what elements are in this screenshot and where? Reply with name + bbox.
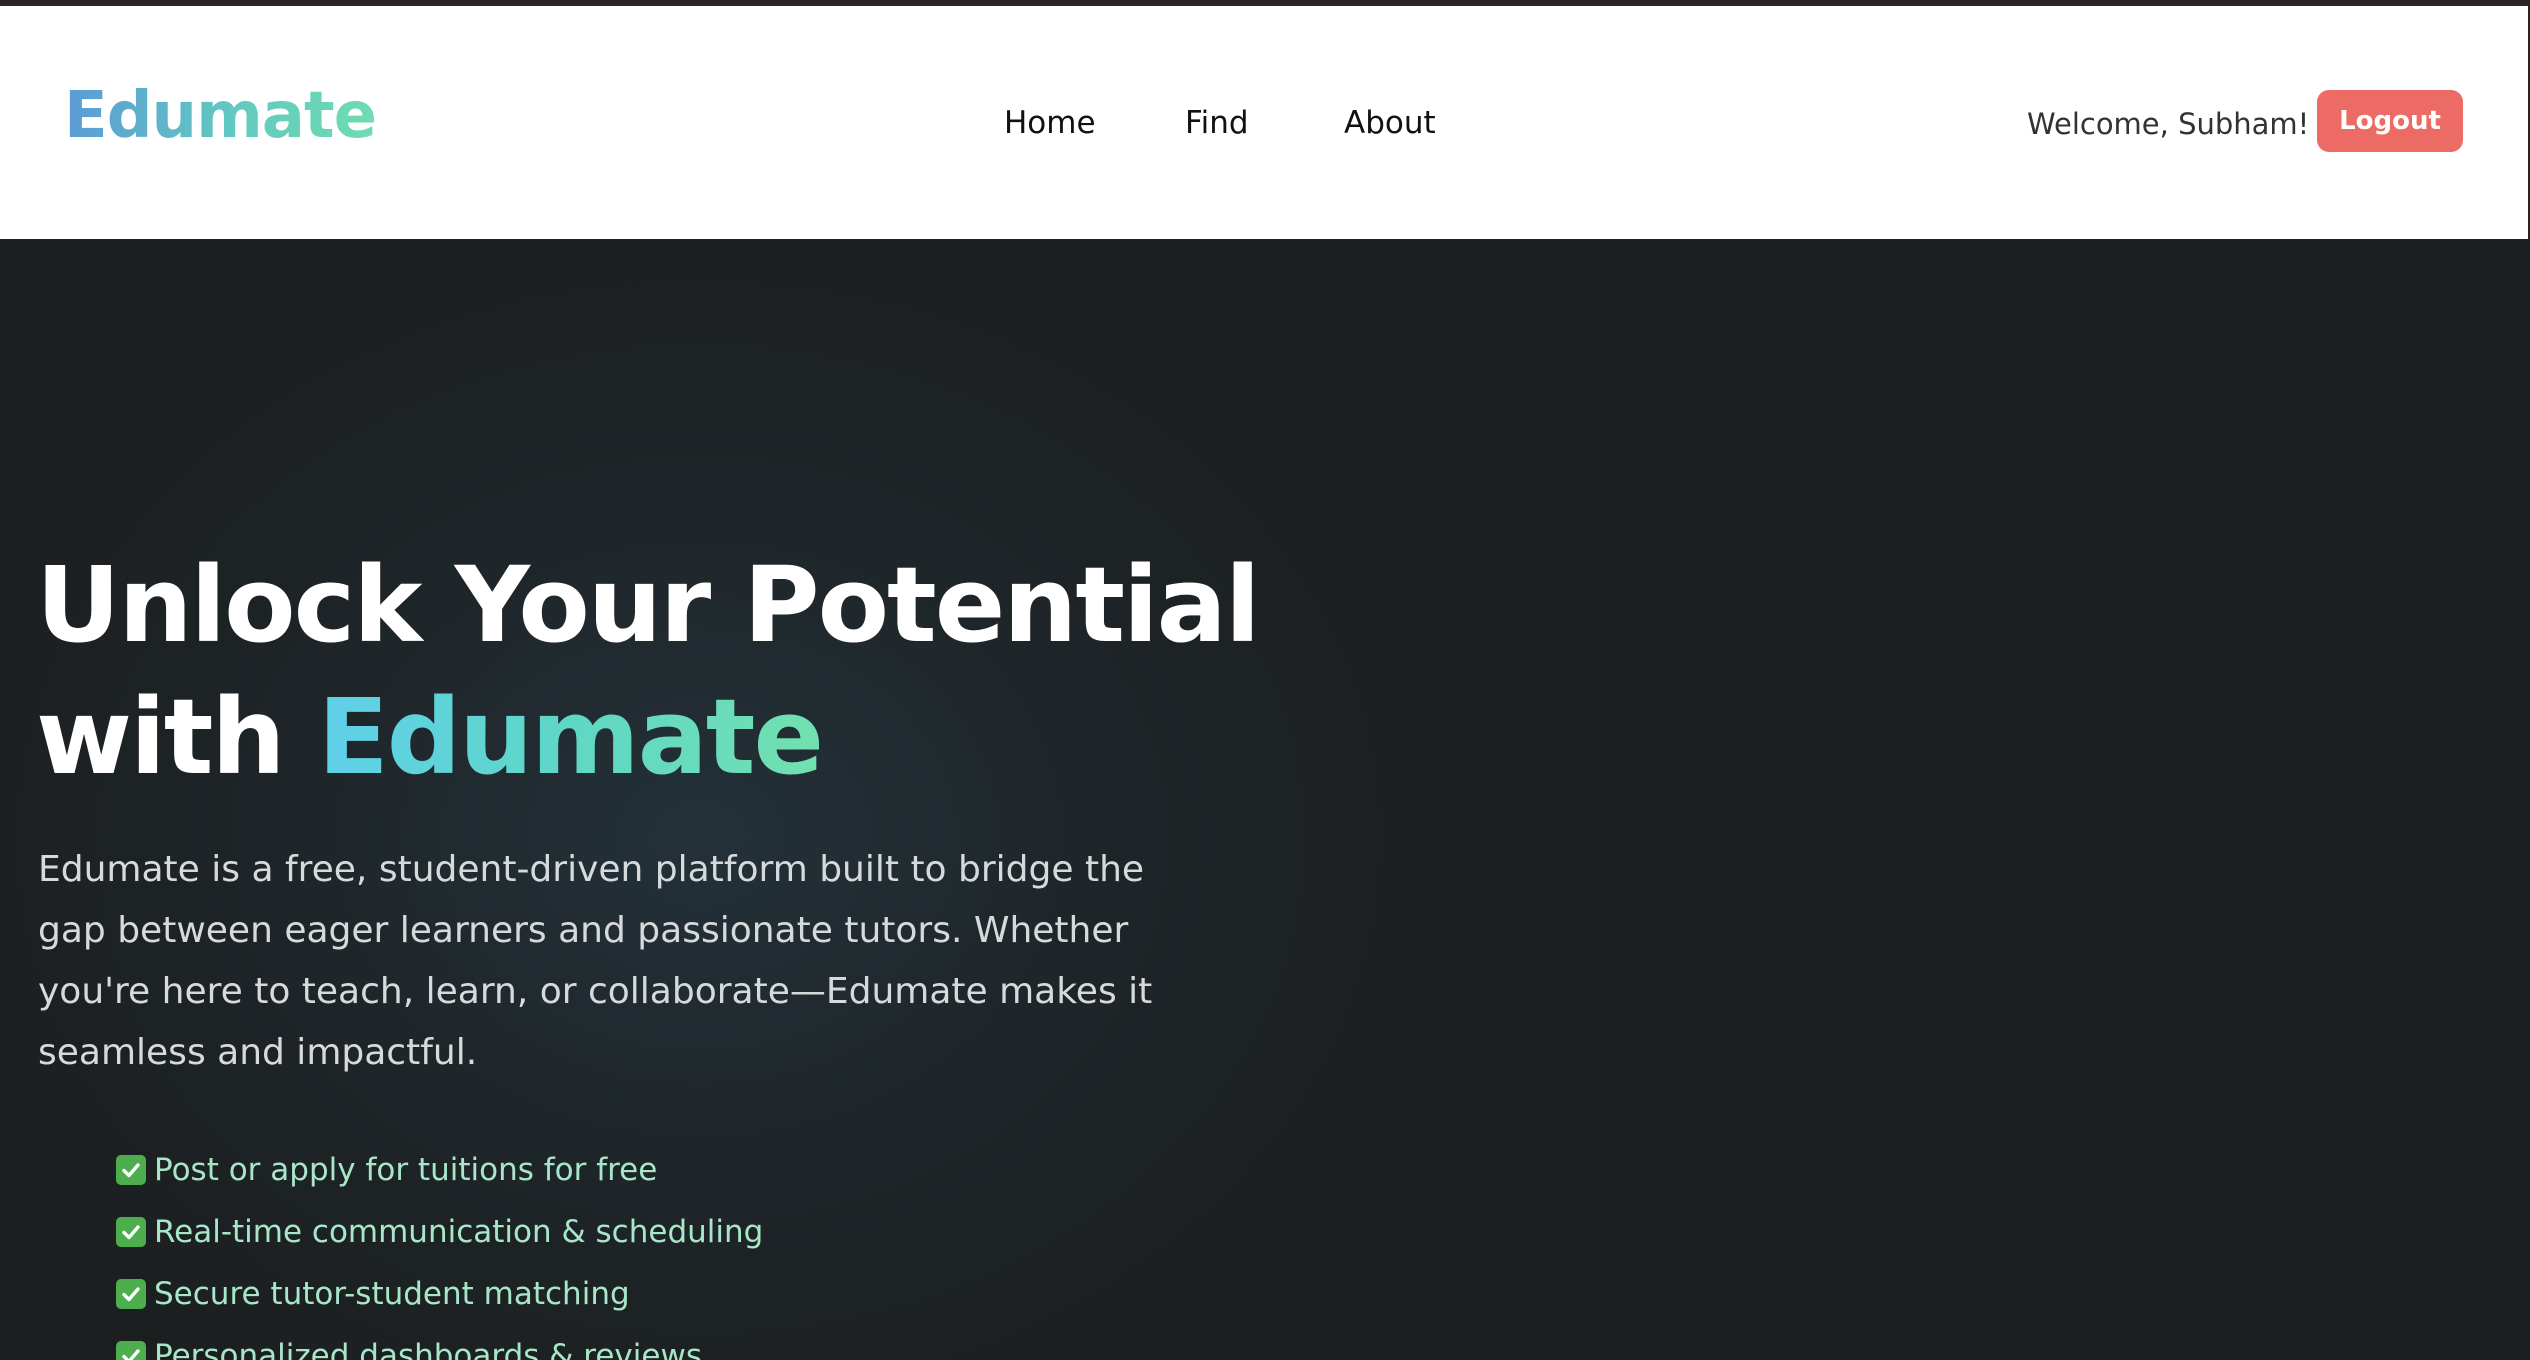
nav-home-link[interactable]: Home bbox=[1004, 108, 1096, 139]
feature-text: Secure tutor-student matching bbox=[154, 1276, 630, 1312]
feature-text: Real-time communication & scheduling bbox=[154, 1214, 764, 1250]
feature-item: Secure tutor-student matching bbox=[116, 1263, 763, 1325]
hero-section: Unlock Your Potential with Edumate Edumat… bbox=[0, 239, 2528, 1360]
hero-title-prefix: with bbox=[36, 676, 318, 798]
feature-item: Personalized dashboards & reviews bbox=[116, 1325, 763, 1360]
check-icon bbox=[116, 1217, 146, 1247]
logout-button[interactable]: Logout bbox=[2317, 90, 2463, 152]
hero-title: Unlock Your Potential with Edumate bbox=[36, 539, 1261, 803]
check-icon bbox=[116, 1341, 146, 1360]
hero-title-line1: Unlock Your Potential bbox=[36, 544, 1261, 666]
logo[interactable]: Edumate bbox=[64, 84, 377, 148]
feature-text: Post or apply for tuitions for free bbox=[154, 1152, 658, 1188]
hero-title-accent: Edumate bbox=[317, 676, 824, 798]
nav-about-link[interactable]: About bbox=[1344, 108, 1436, 139]
check-icon bbox=[116, 1279, 146, 1309]
hero-description: Edumate is a free, student-driven platfo… bbox=[38, 849, 1153, 1073]
feature-text: Personalized dashboards & reviews bbox=[154, 1338, 702, 1360]
navbar: Edumate Home Find About Welcome, Subham!… bbox=[0, 6, 2528, 239]
check-icon bbox=[116, 1155, 146, 1185]
welcome-text: Welcome, Subham! bbox=[2027, 107, 2310, 141]
nav-find-link[interactable]: Find bbox=[1185, 108, 1249, 139]
feature-item: Post or apply for tuitions for free bbox=[116, 1139, 763, 1201]
feature-list: Post or apply for tuitions for free Real… bbox=[116, 1139, 763, 1360]
feature-item: Real-time communication & scheduling bbox=[116, 1201, 763, 1263]
